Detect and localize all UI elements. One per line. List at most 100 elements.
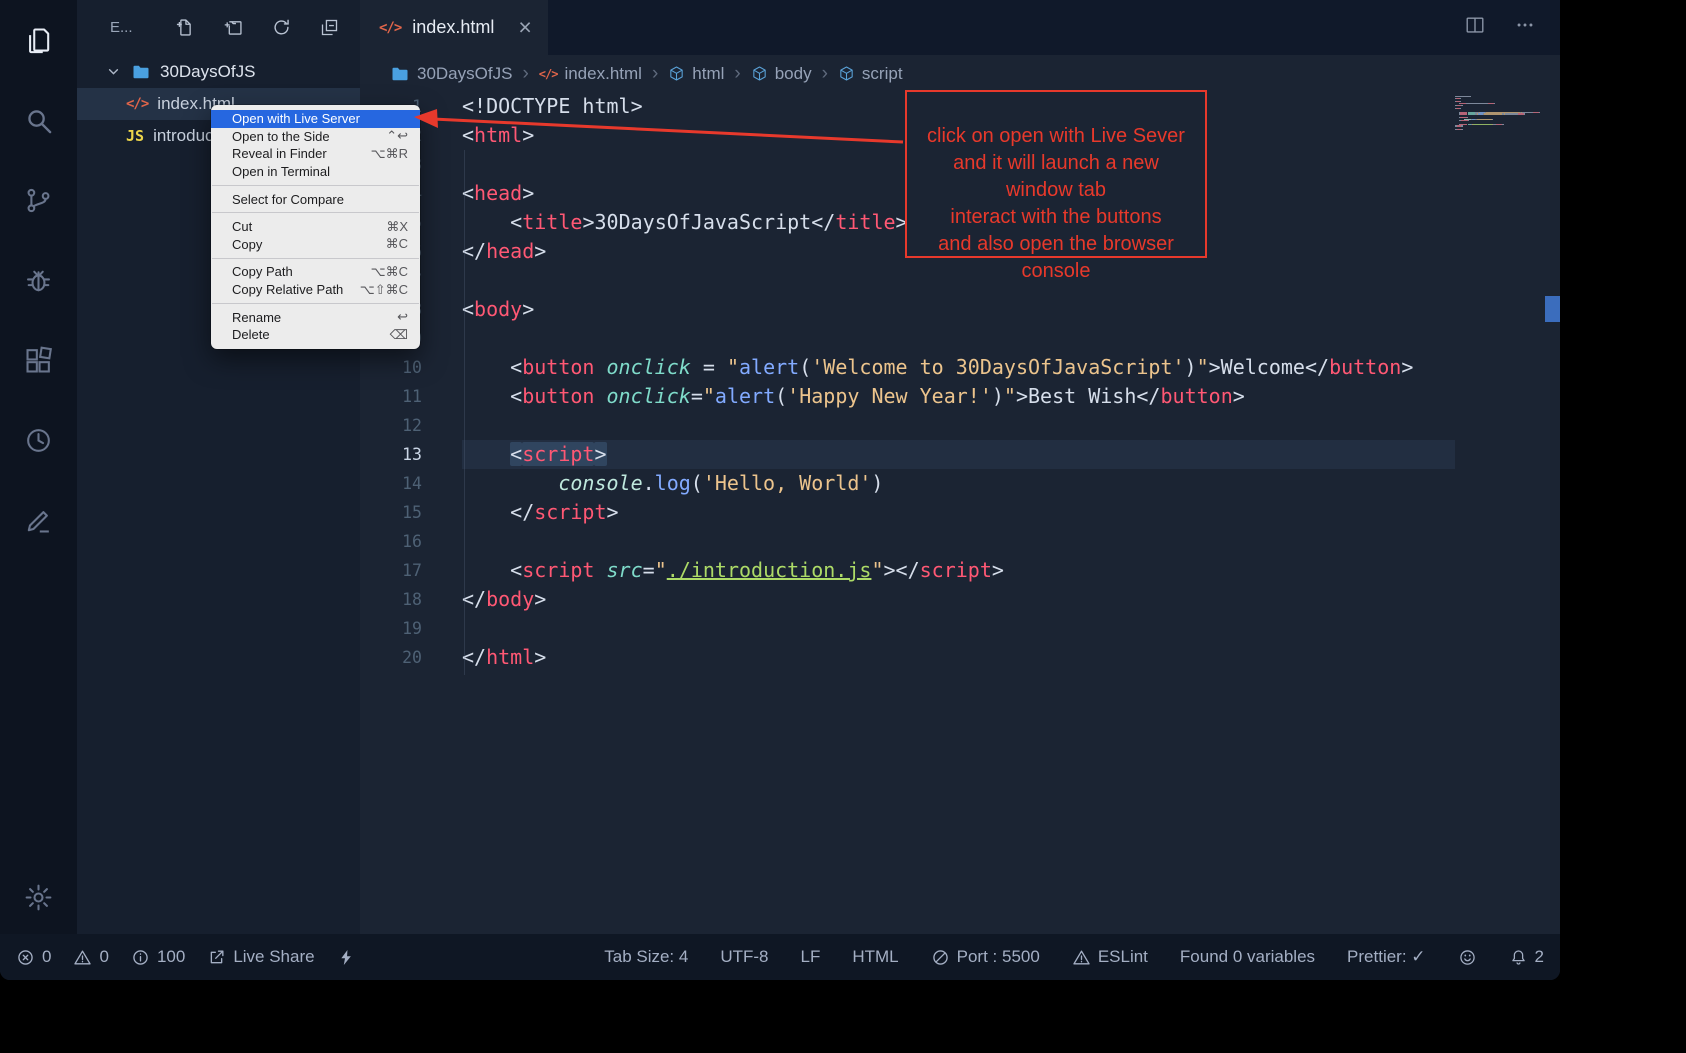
code-token: > — [534, 239, 546, 263]
code-token: ) — [992, 384, 1004, 408]
status-item-live-share[interactable]: Live Share — [207, 947, 314, 967]
code-token: ( — [775, 384, 787, 408]
code-token — [594, 384, 606, 408]
toolbar-refresh-button[interactable] — [271, 17, 292, 38]
code-token: script — [920, 558, 992, 582]
status-item-prettier[interactable]: Prettier: ✓ — [1347, 947, 1425, 967]
html-file-icon: </> — [126, 96, 148, 112]
status-item-0[interactable]: 0 — [16, 947, 51, 967]
code-token: </ — [1305, 355, 1329, 379]
code-token: Best Wish — [1028, 384, 1136, 408]
code-token: head — [474, 181, 522, 205]
code-line[interactable]: 9 — [360, 324, 1560, 353]
menu-item-label: Open in Terminal — [232, 164, 330, 179]
activity-item-settings-gear[interactable] — [0, 860, 77, 934]
code-line[interactable]: 20</html> — [360, 643, 1560, 672]
toolbar-collapse-all-button[interactable] — [319, 17, 340, 38]
code-token: > — [534, 645, 546, 669]
status-item-smiley[interactable] — [1458, 948, 1477, 967]
code-line[interactable]: 17 <script src="./introduction.js"></scr… — [360, 556, 1560, 585]
breadcrumb-item-body[interactable]: body — [751, 64, 812, 84]
menu-item-copy[interactable]: Copy⌘C — [211, 236, 420, 254]
menu-item-select-for-compare[interactable]: Select for Compare — [211, 190, 420, 208]
code-line[interactable]: 7 — [360, 266, 1560, 295]
menu-item-copy-relative-path[interactable]: Copy Relative Path⌥⇧⌘C — [211, 281, 420, 299]
tab-index-html[interactable]: </> index.html × — [360, 0, 548, 55]
code-line[interactable]: 12 — [360, 411, 1560, 440]
code-token: > — [1016, 384, 1028, 408]
code-token: < — [510, 355, 522, 379]
activity-item-extensions[interactable] — [0, 320, 77, 400]
cube-icon — [838, 65, 855, 82]
settings-gear-icon — [23, 882, 54, 913]
code-line[interactable]: 14 console.log('Hello, World') — [360, 469, 1560, 498]
menu-item-cut[interactable]: Cut⌘X — [211, 218, 420, 236]
status-item-found-0-variables[interactable]: Found 0 variables — [1180, 947, 1315, 967]
toolbar-new-folder-button[interactable] — [223, 17, 244, 38]
status-item-bolt[interactable] — [337, 948, 356, 967]
code-token: > — [522, 297, 534, 321]
menu-item-copy-path[interactable]: Copy Path⌥⌘C — [211, 263, 420, 281]
html-file-icon: </> — [539, 67, 558, 81]
status-item-lf[interactable]: LF — [801, 947, 821, 967]
screen: { "colors": { "editor_bg": "#1b2433", "s… — [0, 0, 1686, 1053]
code-token: </ — [1136, 384, 1160, 408]
menu-item-shortcut: ⌃↩ — [386, 128, 408, 144]
menu-item-open-to-the-side[interactable]: Open to the Side⌃↩ — [211, 128, 420, 146]
smiley-icon — [1458, 948, 1477, 967]
menu-item-rename[interactable]: Rename↩ — [211, 308, 420, 326]
activity-item-clock[interactable] — [0, 400, 77, 480]
status-label: Live Share — [233, 947, 314, 967]
code-line[interactable]: 19 — [360, 614, 1560, 643]
tree-folder-30daysofjs[interactable]: 30DaysOfJS — [77, 55, 360, 88]
code-token — [462, 355, 510, 379]
code-line[interactable]: 15 </script> — [360, 498, 1560, 527]
status-bar: 0 0 100 Live Share Tab Size: 4 UTF-8 LF HTML Po… — [0, 934, 1560, 980]
menu-item-label: Open with Live Server — [232, 111, 360, 126]
status-item-utf-8[interactable]: UTF-8 — [720, 947, 768, 967]
status-item-port-5500[interactable]: Port : 5500 — [931, 947, 1040, 967]
indent-guide — [464, 150, 465, 675]
activity-item-search[interactable] — [0, 80, 77, 160]
tabbar-actions — [1464, 0, 1560, 55]
minimap[interactable] — [1455, 96, 1543, 131]
breadcrumb-item-index-html[interactable]: </>index.html — [539, 64, 642, 84]
menu-item-label: Copy Relative Path — [232, 282, 343, 297]
tab-close-icon[interactable]: × — [518, 16, 531, 39]
code-line[interactable]: 18</body> — [360, 585, 1560, 614]
code-token: 'Hello, World' — [703, 471, 872, 495]
status-item-2[interactable]: 2 — [1509, 947, 1544, 967]
code-line[interactable]: 16 — [360, 527, 1560, 556]
breadcrumb-item-30daysofjs[interactable]: 30DaysOfJS — [390, 64, 512, 84]
code-line[interactable]: 10 <button onclick = "alert('Welcome to … — [360, 353, 1560, 382]
status-item-eslint[interactable]: ESLint — [1072, 947, 1148, 967]
line-number: 11 — [360, 382, 422, 411]
breadcrumb-item-html[interactable]: html — [668, 64, 724, 84]
split-editor-icon[interactable] — [1464, 14, 1486, 41]
code-token: </ — [896, 558, 920, 582]
activity-item-debug[interactable] — [0, 240, 77, 320]
menu-item-reveal-in-finder[interactable]: Reveal in Finder⌥⌘R — [211, 145, 420, 163]
code-token: > — [1233, 384, 1245, 408]
status-item-html[interactable]: HTML — [852, 947, 898, 967]
code-line[interactable]: 8<body> — [360, 295, 1560, 324]
line-number: 17 — [360, 556, 422, 585]
code-token: button — [1160, 384, 1232, 408]
activity-item-explorer[interactable] — [0, 0, 77, 80]
status-item-0[interactable]: 0 — [73, 947, 108, 967]
status-item-tab-size-4[interactable]: Tab Size: 4 — [604, 947, 688, 967]
menu-item-open-with-live-server[interactable]: Open with Live Server — [211, 110, 420, 128]
toolbar-new-file-button[interactable] — [175, 17, 196, 38]
code-line[interactable]: 13 <script> — [360, 440, 1560, 469]
code-token: </ — [462, 239, 486, 263]
status-item-100[interactable]: 100 — [131, 947, 185, 967]
breadcrumb-item-script[interactable]: script — [838, 64, 903, 84]
activity-item-pen[interactable] — [0, 480, 77, 560]
menu-item-delete[interactable]: Delete⌫ — [211, 326, 420, 344]
code-token: ( — [691, 471, 703, 495]
menu-item-open-in-terminal[interactable]: Open in Terminal — [211, 163, 420, 181]
code-token: button — [1329, 355, 1401, 379]
more-actions-icon[interactable] — [1514, 14, 1536, 41]
code-line[interactable]: 11 <button onclick="alert('Happy New Yea… — [360, 382, 1560, 411]
activity-item-source-control[interactable] — [0, 160, 77, 240]
